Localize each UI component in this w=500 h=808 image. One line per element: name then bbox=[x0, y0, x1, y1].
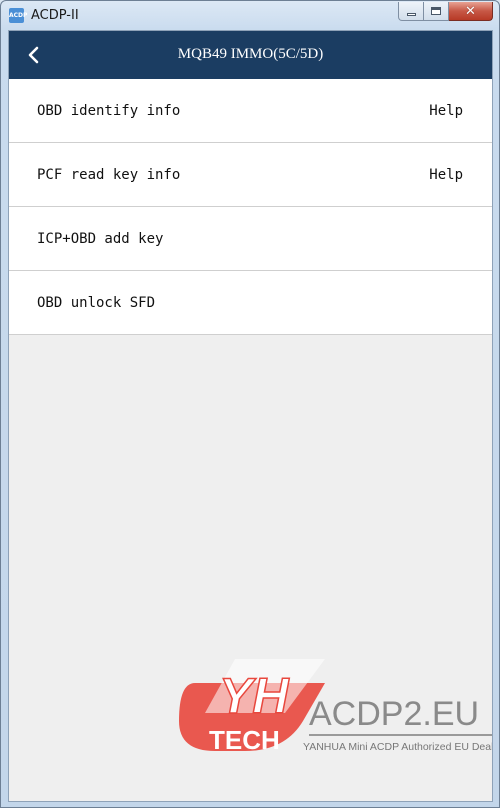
help-link[interactable]: Help bbox=[429, 103, 463, 119]
menu-item-label: PCF read key info bbox=[37, 167, 181, 183]
minimize-icon bbox=[406, 12, 416, 16]
window-controls: ✕ bbox=[398, 2, 493, 21]
menu-item-label: ICP+OBD add key bbox=[37, 231, 164, 247]
menu-item-label: OBD unlock SFD bbox=[37, 295, 156, 311]
menu-item-pcf-read-key-info[interactable]: PCF read key info Help bbox=[9, 143, 492, 207]
minimize-button[interactable] bbox=[398, 2, 424, 21]
app-icon: ACDP bbox=[9, 8, 27, 23]
maximize-button[interactable] bbox=[424, 2, 449, 21]
close-icon: ✕ bbox=[465, 3, 476, 19]
title-bar[interactable]: ACDP ACDP-II ✕ bbox=[1, 1, 499, 29]
logo-tech-text: TECH bbox=[209, 725, 280, 755]
menu-item-obd-unlock-sfd[interactable]: OBD unlock SFD bbox=[9, 271, 492, 335]
top-nav-bar: MQB49 IMMO(5C/5D) bbox=[9, 31, 492, 79]
close-button[interactable]: ✕ bbox=[449, 2, 493, 21]
watermark-site: ACDP2.EU bbox=[309, 695, 479, 733]
yanhua-watermark-logo: YH TECH ACDP2.EU YANHUA Mini ACDP Author… bbox=[179, 659, 493, 755]
help-link[interactable]: Help bbox=[429, 167, 463, 183]
page-title: MQB49 IMMO(5C/5D) bbox=[177, 46, 324, 62]
app-window: ACDP ACDP-II ✕ MQB49 IMMO(5C/5D) OBD ide… bbox=[0, 0, 500, 808]
menu-item-label: OBD identify info bbox=[37, 103, 181, 119]
function-menu: OBD identify info Help PCF read key info… bbox=[9, 79, 492, 335]
menu-item-obd-identify-info[interactable]: OBD identify info Help bbox=[9, 79, 492, 143]
watermark-tagline: YANHUA Mini ACDP Authorized EU Dealer bbox=[303, 741, 493, 753]
window-title: ACDP-II bbox=[31, 8, 79, 23]
maximize-icon bbox=[431, 7, 441, 15]
app-content: MQB49 IMMO(5C/5D) OBD identify info Help… bbox=[8, 30, 493, 802]
menu-item-icp-obd-add-key[interactable]: ICP+OBD add key bbox=[9, 207, 492, 271]
logo-yh-text: YH bbox=[219, 668, 289, 724]
